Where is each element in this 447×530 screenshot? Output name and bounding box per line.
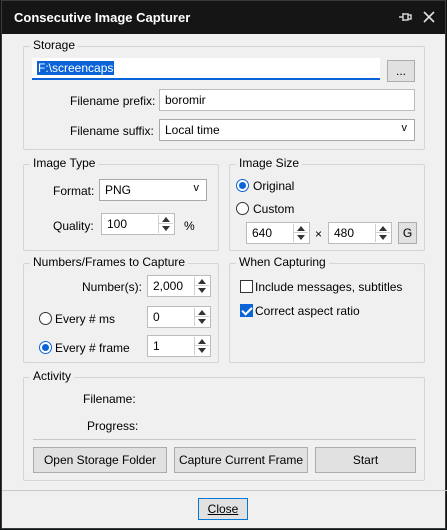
custom-radio[interactable] xyxy=(236,202,249,215)
pin-icon[interactable] xyxy=(398,10,412,24)
width-spin-arrows[interactable] xyxy=(293,224,308,242)
image-type-label: Image Type xyxy=(30,156,99,170)
format-label: Format: xyxy=(53,184,95,198)
correct-aspect-label[interactable]: Correct aspect ratio xyxy=(255,304,360,318)
quality-spin-arrows[interactable] xyxy=(158,215,173,233)
every-frame-radio[interactable] xyxy=(39,341,52,354)
quality-value: 100 xyxy=(107,217,128,231)
close-button[interactable]: Close xyxy=(198,498,248,520)
prefix-label: Filename prefix: xyxy=(70,94,156,108)
spin-up-icon[interactable] xyxy=(198,339,206,344)
every-frame-value: 1 xyxy=(153,339,160,353)
browse-button[interactable]: ... xyxy=(387,60,415,82)
storage-label: Storage xyxy=(30,38,79,52)
number-value: 2,000 xyxy=(153,279,184,293)
width-value: 640 xyxy=(252,226,273,240)
filename-label: Filename: xyxy=(83,392,136,406)
capturer-window: Consecutive Image Capturer Storage F:\sc… xyxy=(1,0,447,529)
include-messages-checkbox[interactable] xyxy=(240,280,253,293)
image-type-group: Image Type xyxy=(23,156,219,251)
custom-label[interactable]: Custom xyxy=(253,202,294,216)
activity-label: Activity xyxy=(30,369,75,383)
correct-aspect-checkbox[interactable] xyxy=(240,304,253,317)
include-messages-label[interactable]: Include messages, subtitles xyxy=(255,280,402,294)
start-button[interactable]: Start xyxy=(315,447,416,473)
number-spin-arrows[interactable] xyxy=(194,277,209,295)
number-label: Number(s): xyxy=(82,280,143,294)
format-select-value: PNG xyxy=(105,183,132,197)
footer-divider xyxy=(2,490,447,491)
every-frame-stepper[interactable]: 1 xyxy=(147,335,211,357)
height-stepper[interactable]: 480 xyxy=(328,222,392,244)
quality-stepper[interactable]: 100 xyxy=(101,213,175,235)
original-radio[interactable] xyxy=(236,179,249,192)
g-button[interactable]: G xyxy=(398,222,417,244)
times-sign: × xyxy=(315,227,323,241)
activity-divider xyxy=(33,439,416,440)
progress-label: Progress: xyxy=(87,419,139,433)
spin-up-icon[interactable] xyxy=(379,226,387,231)
open-storage-folder-button[interactable]: Open Storage Folder xyxy=(33,447,167,473)
spin-up-icon[interactable] xyxy=(297,226,305,231)
every-ms-radio[interactable] xyxy=(39,312,52,325)
spin-down-icon[interactable] xyxy=(198,288,206,293)
number-stepper[interactable]: 2,000 xyxy=(147,275,211,297)
spin-down-icon[interactable] xyxy=(379,235,387,240)
suffix-select-value: Local time xyxy=(165,123,220,137)
suffix-label: Filename suffix: xyxy=(70,124,154,138)
chevron-down-icon: v xyxy=(193,182,200,194)
spin-up-icon[interactable] xyxy=(198,310,206,315)
suffix-select[interactable]: Local time v xyxy=(159,119,415,141)
every-frame-label[interactable]: Every # frame xyxy=(55,341,130,355)
spin-down-icon[interactable] xyxy=(297,235,305,240)
original-label[interactable]: Original xyxy=(253,179,294,193)
spin-down-icon[interactable] xyxy=(198,319,206,324)
storage-path-field[interactable]: F:\screencaps xyxy=(32,58,380,80)
every-ms-value: 0 xyxy=(153,310,160,324)
spin-up-icon[interactable] xyxy=(198,279,206,284)
spin-down-icon[interactable] xyxy=(162,226,170,231)
height-spin-arrows[interactable] xyxy=(375,224,390,242)
chevron-down-icon: v xyxy=(401,122,408,134)
storage-path-value: F:\screencaps xyxy=(37,61,115,75)
spin-down-icon[interactable] xyxy=(198,348,206,353)
prefix-input[interactable]: boromir xyxy=(159,89,415,111)
numbers-label: Numbers/Frames to Capture xyxy=(30,255,189,269)
image-size-label: Image Size xyxy=(236,156,303,170)
height-value: 480 xyxy=(334,226,355,240)
when-capturing-label: When Capturing xyxy=(236,255,329,269)
spin-up-icon[interactable] xyxy=(162,217,170,222)
width-stepper[interactable]: 640 xyxy=(246,222,310,244)
title-bar[interactable]: Consecutive Image Capturer xyxy=(2,1,445,34)
capture-current-frame-button[interactable]: Capture Current Frame xyxy=(174,447,308,473)
quality-label: Quality: xyxy=(53,219,94,233)
window-title: Consecutive Image Capturer xyxy=(14,10,191,25)
format-select[interactable]: PNG v xyxy=(99,179,207,201)
quality-unit: % xyxy=(184,219,195,233)
close-icon[interactable] xyxy=(422,10,436,24)
every-ms-label[interactable]: Every # ms xyxy=(55,312,115,326)
every-ms-stepper[interactable]: 0 xyxy=(147,306,211,328)
every-ms-spin-arrows[interactable] xyxy=(194,308,209,326)
every-frame-spin-arrows[interactable] xyxy=(194,337,209,355)
